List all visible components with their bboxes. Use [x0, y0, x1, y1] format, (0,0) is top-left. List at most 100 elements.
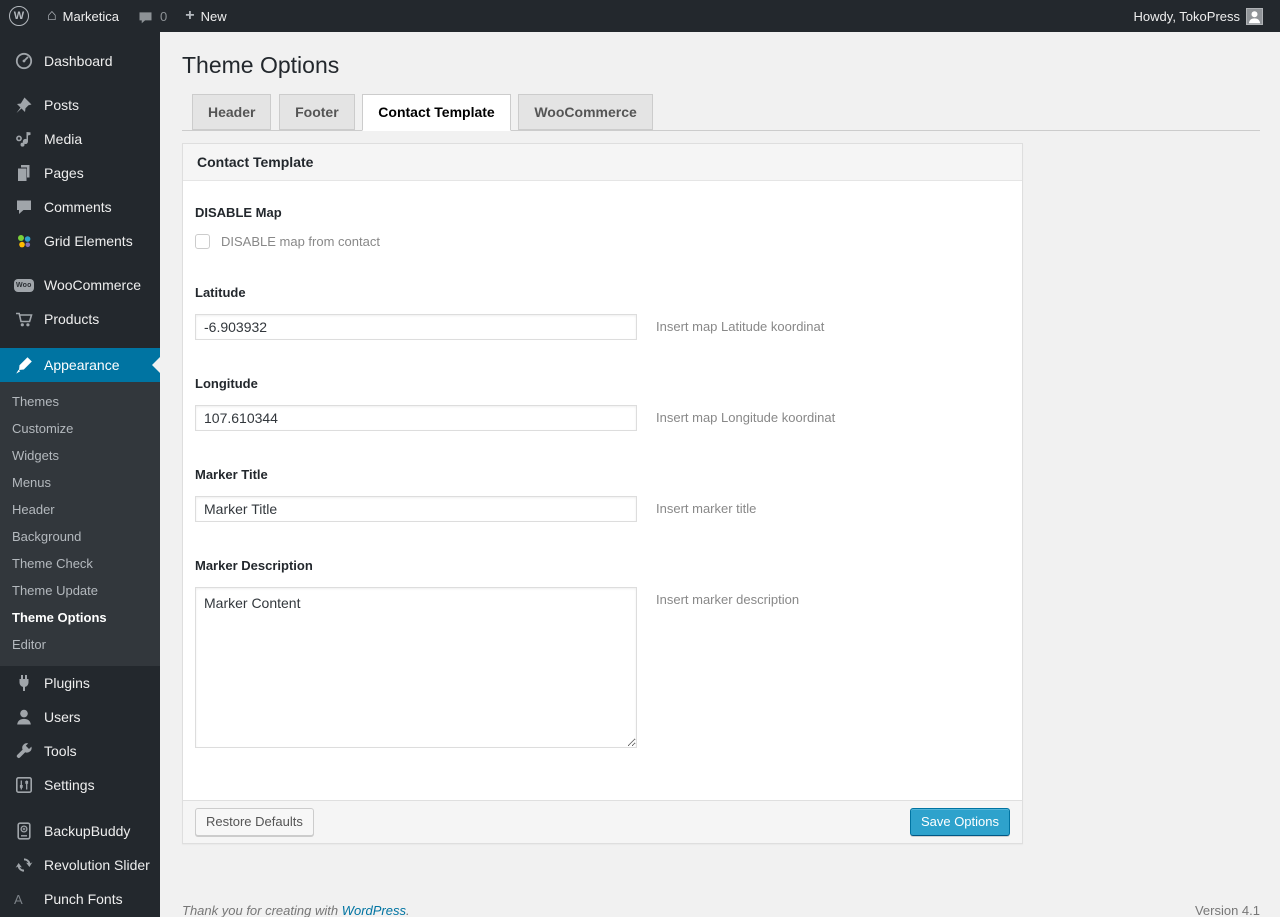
longitude-field: Longitude Insert map Longitude koordinat [195, 376, 1010, 431]
site-name-label: Marketica [62, 8, 120, 24]
dashboard-icon [14, 51, 36, 71]
home-icon: ⌂ [47, 7, 57, 24]
sidebar-item-label: Products [44, 311, 100, 327]
pushpin-icon [14, 95, 36, 115]
page-title: Theme Options [182, 52, 340, 78]
footer-thanks-text: Thank you for creating with WordPress. [182, 903, 410, 917]
submenu-item-menus[interactable]: Menus [0, 469, 160, 496]
sidebar-item-label: Punch Fonts [44, 891, 123, 907]
disable-map-field: DISABLE Map DISABLE map from contact [195, 205, 1010, 249]
submenu-item-header[interactable]: Header [0, 496, 160, 523]
sidebar-item-tools[interactable]: Tools [0, 734, 160, 768]
panel-footer: Restore Defaults Save Options [183, 800, 1022, 843]
submenu-item-themes[interactable]: Themes [0, 388, 160, 415]
sidebar-item-grid-elements[interactable]: Grid Elements [0, 224, 160, 258]
submenu-item-customize[interactable]: Customize [0, 415, 160, 442]
sidebar-item-label: BackupBuddy [44, 823, 131, 839]
save-options-button[interactable]: Save Options [909, 808, 1010, 836]
main-content: Theme Options Header Footer Contact Temp… [160, 0, 1280, 917]
sidebar-item-settings[interactable]: Settings [0, 768, 160, 802]
sidebar-item-label: Posts [44, 97, 80, 113]
cart-icon [14, 309, 36, 329]
sidebar-item-comments[interactable]: Comments [0, 190, 160, 224]
wordpress-logo-icon: W [9, 6, 29, 26]
wrench-icon [14, 741, 36, 761]
disable-map-checkbox-label: DISABLE map from contact [221, 234, 380, 249]
sidebar-item-label: Comments [44, 199, 112, 215]
tab-footer[interactable]: Footer [279, 94, 355, 130]
submenu-item-theme-update[interactable]: Theme Update [0, 577, 160, 604]
tab-contact-template[interactable]: Contact Template [362, 94, 511, 131]
sidebar-item-plugins[interactable]: Plugins [0, 666, 160, 700]
new-content-button[interactable]: + New [176, 0, 235, 32]
marker-description-hint: Insert marker description [656, 592, 800, 607]
sidebar-item-label: Pages [44, 165, 84, 181]
latitude-label: Latitude [195, 285, 246, 300]
woocommerce-badge-icon: Woo [14, 275, 36, 295]
submenu-item-theme-check[interactable]: Theme Check [0, 550, 160, 577]
submenu-item-widgets[interactable]: Widgets [0, 442, 160, 469]
sidebar-item-label: Tools [44, 743, 77, 759]
sidebar-item-label: Settings [44, 777, 95, 793]
plus-icon: + [185, 7, 195, 24]
appearance-submenu: Themes Customize Widgets Menus Header Ba… [0, 382, 160, 666]
grid-elements-icon [14, 231, 36, 251]
sidebar-item-products[interactable]: Products [0, 302, 160, 336]
longitude-hint: Insert map Longitude koordinat [656, 410, 836, 425]
sidebar-item-pages[interactable]: Pages [0, 156, 160, 190]
comments-admin-bar-link[interactable]: 0 [128, 0, 176, 32]
wordpress-logo-button[interactable]: W [0, 0, 38, 32]
sidebar-item-revolution-slider[interactable]: Revolution Slider [0, 848, 160, 882]
sidebar-item-media[interactable]: Media [0, 122, 160, 156]
backup-drive-icon [14, 821, 36, 841]
disable-map-label: DISABLE Map [195, 205, 282, 220]
disable-map-checkbox[interactable] [195, 234, 210, 249]
site-name-link[interactable]: ⌂ Marketica [38, 0, 128, 32]
sidebar-item-label: WooCommerce [44, 277, 141, 293]
admin-bar: W ⌂ Marketica 0 + New Howdy, TokoPress [0, 0, 1280, 32]
tab-header[interactable]: Header [192, 94, 272, 130]
letter-a-icon: A [14, 891, 23, 907]
marker-title-field: Marker Title Insert marker title [195, 467, 1010, 522]
comment-bubble-icon [14, 197, 36, 217]
marker-title-input[interactable] [195, 496, 637, 522]
submenu-item-background[interactable]: Background [0, 523, 160, 550]
howdy-account-menu[interactable]: Howdy, TokoPress [1125, 0, 1272, 32]
contact-template-panel: Contact Template DISABLE Map DISABLE map… [182, 143, 1023, 844]
howdy-label: Howdy, TokoPress [1133, 8, 1240, 24]
sidebar-item-label: Grid Elements [44, 233, 133, 249]
sidebar-item-label: Media [44, 131, 83, 147]
marker-description-field: Marker Description Insert marker descrip… [195, 558, 1010, 748]
sidebar-item-woocommerce[interactable]: Woo WooCommerce [0, 268, 160, 302]
sidebar-item-posts[interactable]: Posts [0, 88, 160, 122]
sidebar-item-label: Dashboard [44, 53, 113, 69]
comment-bubble-icon [137, 10, 154, 23]
wordpress-link[interactable]: WordPress [342, 903, 406, 917]
comment-count: 0 [160, 8, 168, 24]
sidebar-item-dashboard[interactable]: Dashboard [0, 44, 160, 78]
sidebar-item-label: Users [44, 709, 81, 725]
latitude-input[interactable] [195, 314, 637, 340]
longitude-label: Longitude [195, 376, 258, 391]
sidebar-item-punch-fonts[interactable]: A Punch Fonts [0, 882, 160, 916]
marker-description-textarea[interactable] [195, 587, 637, 748]
sidebar-item-backupbuddy[interactable]: BackupBuddy [0, 814, 160, 848]
admin-sidebar: Dashboard Posts Media Pages Comments Gri… [0, 32, 160, 917]
sidebar-item-appearance[interactable]: Appearance [0, 348, 160, 382]
page-footer: Thank you for creating with WordPress. V… [182, 903, 1260, 917]
submenu-item-theme-options[interactable]: Theme Options [0, 604, 160, 631]
tab-woocommerce[interactable]: WooCommerce [518, 94, 653, 130]
sliders-icon [14, 775, 36, 795]
pages-icon [14, 163, 36, 183]
restore-defaults-button[interactable]: Restore Defaults [195, 808, 314, 836]
media-icon [14, 129, 36, 149]
submenu-item-editor[interactable]: Editor [0, 631, 160, 658]
marker-title-hint: Insert marker title [656, 501, 757, 516]
sidebar-item-label: Revolution Slider [44, 857, 150, 873]
marker-description-label: Marker Description [195, 558, 313, 573]
paintbrush-icon [14, 355, 36, 375]
sidebar-item-users[interactable]: Users [0, 700, 160, 734]
longitude-input[interactable] [195, 405, 637, 431]
latitude-hint: Insert map Latitude koordinat [656, 319, 825, 334]
plug-icon [14, 673, 36, 693]
